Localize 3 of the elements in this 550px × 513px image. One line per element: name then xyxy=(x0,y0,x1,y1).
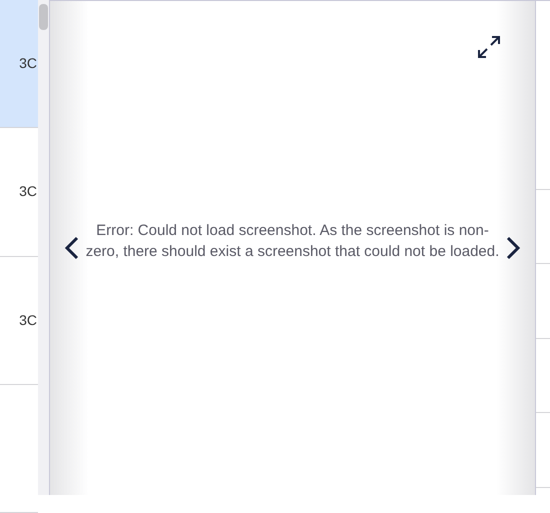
list-row[interactable]: 3C xyxy=(0,256,38,385)
error-message: Error: Could not load screenshot. As the screenshot is non-zero, there should exist a screenshot that could not be loaded. xyxy=(84,221,500,262)
list-row[interactable]: 3C xyxy=(0,0,38,128)
